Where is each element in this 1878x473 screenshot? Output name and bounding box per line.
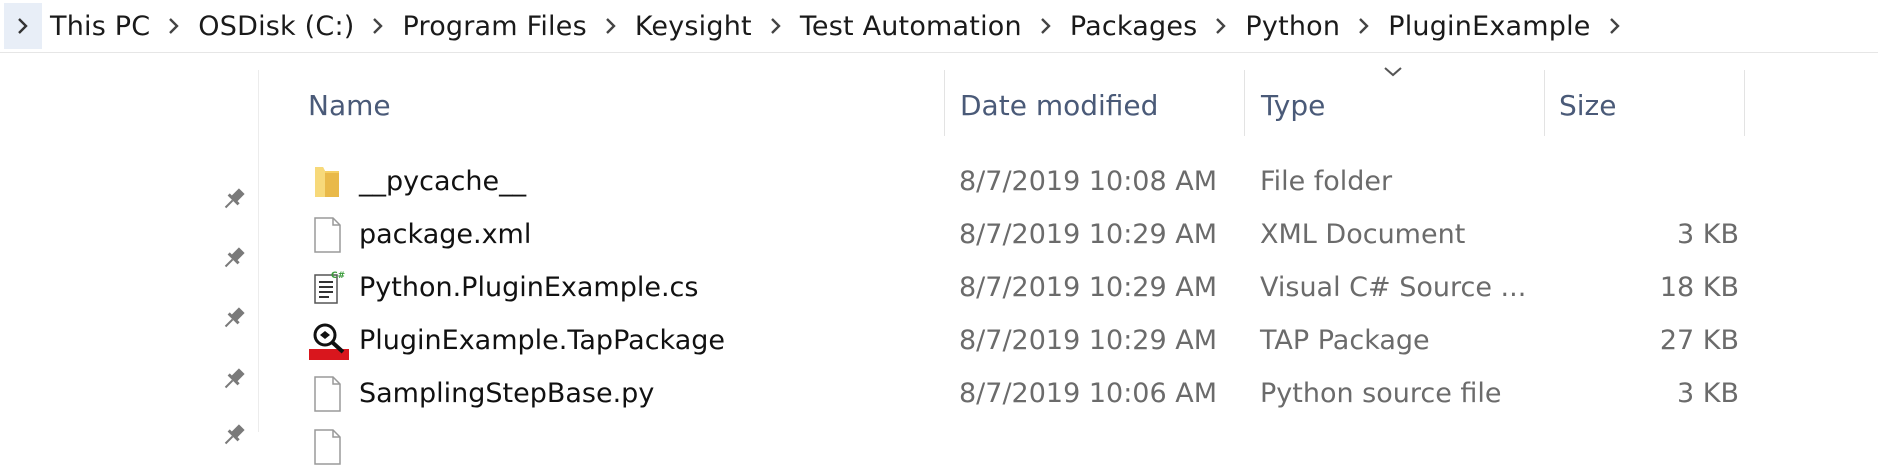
csharp-file-icon: C# — [309, 269, 345, 307]
column-header-type[interactable]: Type — [1261, 70, 1325, 140]
chevron-right-icon — [605, 18, 616, 34]
pin-icon[interactable] — [220, 244, 248, 272]
breadcrumb-label[interactable]: Python — [1245, 11, 1340, 42]
breadcrumb-osdisk[interactable]: OSDisk (C:) — [198, 11, 354, 42]
document-icon — [309, 375, 345, 413]
navigation-pane[interactable] — [0, 53, 258, 445]
column-header-name[interactable]: Name — [308, 70, 391, 140]
breadcrumb-separator[interactable] — [1340, 17, 1388, 35]
file-name[interactable]: __pycache__ — [359, 155, 526, 208]
column-header-size[interactable]: Size — [1559, 70, 1616, 140]
chevron-right-icon — [770, 18, 781, 34]
column-header: Name Date modified Type Size — [259, 70, 1878, 140]
pin-icon[interactable] — [220, 421, 248, 449]
file-row[interactable]: PluginExample.TapPackage 8/7/2019 10:29 … — [259, 314, 1739, 367]
breadcrumb-separator[interactable] — [354, 17, 402, 35]
breadcrumb-separator[interactable] — [752, 17, 800, 35]
column-header-date-modified[interactable]: Date modified — [960, 70, 1158, 140]
file-name[interactable]: Python.PluginExample.cs — [359, 261, 698, 314]
file-date-modified: 8/7/2019 10:29 AM — [959, 219, 1218, 250]
breadcrumb-this-pc[interactable]: This PC — [50, 11, 150, 42]
pin-icon[interactable] — [220, 304, 248, 332]
document-icon — [309, 216, 345, 254]
breadcrumb-program-files[interactable]: Program Files — [402, 11, 586, 42]
pin-icon[interactable] — [220, 365, 248, 393]
file-date-modified: 8/7/2019 10:06 AM — [959, 378, 1218, 409]
breadcrumb-label[interactable]: OSDisk (C:) — [198, 11, 354, 42]
breadcrumb-label[interactable]: PluginExample — [1388, 11, 1590, 42]
breadcrumb-keysight[interactable]: Keysight — [635, 11, 752, 42]
tap-package-icon — [309, 322, 349, 360]
file-type: TAP Package — [1260, 325, 1430, 356]
chevron-right-icon — [373, 18, 384, 34]
file-row[interactable]: SamplingStepBase.py 8/7/2019 10:06 AM Py… — [259, 367, 1739, 420]
address-history-chevron[interactable] — [4, 3, 42, 49]
file-type: Python source file — [1260, 378, 1502, 409]
file-name[interactable]: PluginExample.TapPackage — [359, 314, 725, 367]
chevron-right-icon — [169, 18, 179, 34]
chevron-right-icon — [1359, 18, 1369, 34]
folder-icon — [309, 163, 345, 201]
file-size: 3 KB — [1677, 219, 1739, 250]
file-size: 3 KB — [1677, 378, 1739, 409]
chevron-right-icon — [1040, 18, 1051, 34]
breadcrumb-separator[interactable] — [150, 17, 198, 35]
file-type: Visual C# Source ... — [1260, 272, 1527, 303]
file-date-modified: 8/7/2019 10:08 AM — [959, 166, 1218, 197]
file-row[interactable] — [259, 420, 1739, 473]
file-type: File folder — [1260, 166, 1393, 197]
breadcrumb-label[interactable]: This PC — [50, 11, 150, 42]
chevron-right-icon — [16, 17, 30, 35]
file-row[interactable]: C# Python.PluginExample.cs 8/7/2019 10:2… — [259, 261, 1739, 314]
file-row[interactable]: package.xml 8/7/2019 10:29 AM XML Docume… — [259, 208, 1739, 261]
column-resize-handle[interactable] — [1744, 70, 1745, 136]
file-row[interactable]: __pycache__ 8/7/2019 10:08 AM File folde… — [259, 155, 1739, 208]
breadcrumb-label[interactable]: Program Files — [402, 11, 586, 42]
breadcrumb-label[interactable]: Test Automation — [800, 11, 1022, 42]
file-size — [1559, 155, 1739, 208]
chevron-right-icon — [1609, 18, 1620, 34]
chevron-right-icon — [1216, 18, 1227, 34]
breadcrumb-python[interactable]: Python — [1245, 11, 1340, 42]
breadcrumb-label[interactable]: Packages — [1070, 11, 1198, 42]
file-size: 27 KB — [1659, 325, 1739, 356]
breadcrumb-separator[interactable] — [1022, 17, 1070, 35]
column-resize-handle[interactable] — [1244, 70, 1245, 136]
column-resize-handle[interactable] — [1544, 70, 1545, 136]
file-type: XML Document — [1260, 219, 1466, 250]
pin-icon[interactable] — [220, 185, 248, 213]
file-date-modified: 8/7/2019 10:29 AM — [959, 272, 1218, 303]
breadcrumb-separator[interactable] — [1591, 17, 1639, 35]
breadcrumb-separator[interactable] — [1197, 17, 1245, 35]
file-name[interactable]: SamplingStepBase.py — [359, 367, 654, 420]
breadcrumb-separator[interactable] — [587, 17, 635, 35]
address-bar[interactable]: This PC OSDisk (C:) Program Files Keysig… — [0, 0, 1878, 53]
file-size: 18 KB — [1659, 272, 1739, 303]
breadcrumb-test-automation[interactable]: Test Automation — [800, 11, 1022, 42]
svg-text:C#: C# — [331, 271, 345, 281]
breadcrumb-pluginexample[interactable]: PluginExample — [1388, 11, 1590, 42]
breadcrumb-label[interactable]: Keysight — [635, 11, 752, 42]
column-resize-handle[interactable] — [944, 70, 945, 136]
file-date-modified: 8/7/2019 10:29 AM — [959, 325, 1218, 356]
file-name[interactable]: package.xml — [359, 208, 531, 261]
document-icon — [309, 428, 345, 466]
breadcrumb-packages[interactable]: Packages — [1070, 11, 1198, 42]
sort-chevron-down-icon — [1382, 64, 1404, 78]
